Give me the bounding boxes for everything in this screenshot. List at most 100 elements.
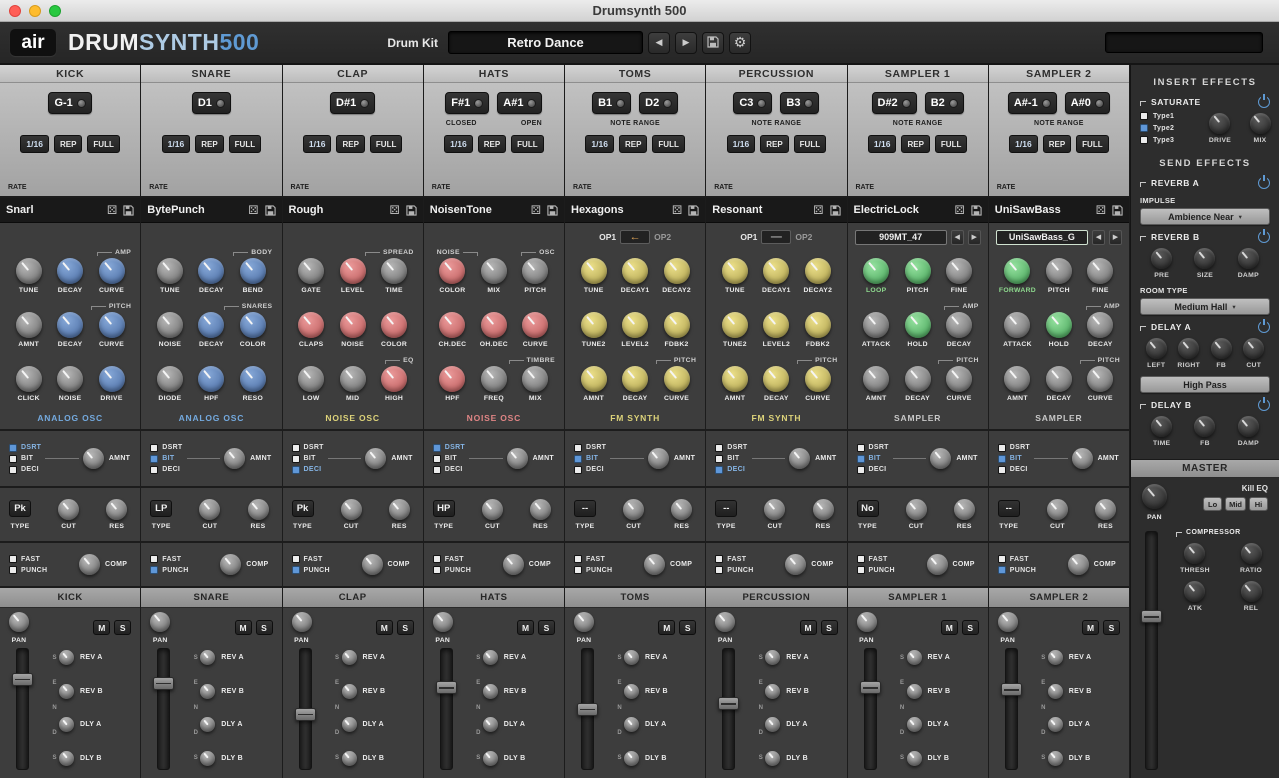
fine-knob[interactable] (1087, 258, 1113, 284)
curve-knob[interactable] (664, 366, 690, 392)
res-knob[interactable] (1095, 499, 1116, 520)
save-preset-icon[interactable] (830, 205, 841, 216)
send-knob-rev-a[interactable] (907, 650, 922, 665)
note-button[interactable]: D#1 (330, 92, 375, 114)
solo-button[interactable]: S (962, 620, 979, 635)
repeat-button[interactable]: REP (619, 135, 647, 153)
filter-type-button[interactable]: LP (150, 500, 172, 517)
sample-next-button[interactable]: ▶ (1109, 230, 1122, 245)
mute-button[interactable]: M (658, 620, 675, 635)
distortion-option-bit[interactable]: BIT (150, 455, 182, 463)
send-knob-dly-b[interactable] (907, 751, 922, 766)
dist-amount-knob[interactable] (930, 448, 951, 469)
solo-button[interactable]: S (397, 620, 414, 635)
send-knob-dly-b[interactable] (765, 751, 780, 766)
fdbk2-knob[interactable] (664, 312, 690, 338)
pan-knob[interactable] (150, 612, 170, 632)
full-button[interactable]: FULL (1076, 135, 1108, 153)
sample-prev-button[interactable]: ◀ (951, 230, 964, 245)
delay-filter-select[interactable]: High Pass (1140, 376, 1270, 393)
distortion-option-dsrt[interactable]: DSRT (574, 444, 606, 452)
tune-knob[interactable] (581, 258, 607, 284)
send-knob-rev-a[interactable] (200, 650, 215, 665)
ratio-knob[interactable] (1241, 543, 1262, 564)
level2-knob[interactable] (622, 312, 648, 338)
fast-toggle[interactable]: FAST (998, 555, 1036, 563)
solo-button[interactable]: S (114, 620, 131, 635)
size-knob[interactable] (1194, 248, 1215, 269)
high-knob[interactable] (381, 366, 407, 392)
impulse-select[interactable]: Ambience Near ▾ (1140, 208, 1270, 225)
filter-type-button[interactable]: -- (998, 500, 1020, 517)
noise-knob[interactable] (340, 312, 366, 338)
decay-knob[interactable] (1046, 366, 1072, 392)
fb-knob[interactable] (1211, 338, 1232, 359)
pan-knob[interactable] (433, 612, 453, 632)
rate-value-button[interactable]: 1/16 (585, 135, 614, 153)
pan-knob[interactable] (9, 612, 29, 632)
curve-knob[interactable] (946, 366, 972, 392)
time-knob[interactable] (381, 258, 407, 284)
distortion-option-deci[interactable]: DECI (574, 466, 606, 474)
settings-button[interactable]: ⚙ (729, 32, 751, 54)
save-preset-icon[interactable] (123, 205, 134, 216)
send-knob-rev-b[interactable] (59, 684, 74, 699)
repeat-button[interactable]: REP (336, 135, 364, 153)
curve-knob[interactable] (805, 366, 831, 392)
solo-button[interactable]: S (821, 620, 838, 635)
pre-knob[interactable] (1151, 248, 1172, 269)
cut-knob[interactable] (482, 499, 503, 520)
tune-knob[interactable] (16, 258, 42, 284)
fader-handle[interactable] (860, 681, 881, 694)
cut-knob[interactable] (764, 499, 785, 520)
fast-toggle[interactable]: FAST (715, 555, 753, 563)
punch-toggle[interactable]: PUNCH (150, 566, 188, 574)
send-knob-dly-b[interactable] (483, 751, 498, 766)
saturate-type-2[interactable]: Type2 (1140, 124, 1210, 132)
color-knob[interactable] (240, 312, 266, 338)
repeat-button[interactable]: REP (1043, 135, 1071, 153)
pitch-knob[interactable] (522, 258, 548, 284)
note-button[interactable]: A#1 (497, 92, 542, 114)
gate-knob[interactable] (298, 258, 324, 284)
punch-toggle[interactable]: PUNCH (715, 566, 753, 574)
mid-knob[interactable] (340, 366, 366, 392)
full-button[interactable]: FULL (794, 135, 826, 153)
kill-eq-lo-button[interactable]: Lo (1203, 497, 1222, 511)
distortion-option-bit[interactable]: BIT (998, 455, 1030, 463)
kit-next-button[interactable]: ▶ (675, 32, 697, 54)
room-type-select[interactable]: Medium Hall ▾ (1140, 298, 1270, 315)
send-knob-rev-b[interactable] (483, 684, 498, 699)
sample-select[interactable]: UniSawBass_G (996, 230, 1088, 245)
mute-button[interactable]: M (93, 620, 110, 635)
fm-routing-button[interactable]: ← (620, 230, 650, 244)
note-button[interactable]: C3 (733, 92, 772, 114)
transient-comp-knob[interactable] (503, 554, 524, 575)
fader-handle[interactable] (436, 681, 457, 694)
fdbk2-knob[interactable] (805, 312, 831, 338)
send-knob-dly-a[interactable] (1048, 717, 1063, 732)
rate-value-button[interactable]: 1/16 (162, 135, 191, 153)
send-knob-dly-a[interactable] (907, 717, 922, 732)
dist-amount-knob[interactable] (365, 448, 386, 469)
send-knob-dly-b[interactable] (342, 751, 357, 766)
send-knob-dly-a[interactable] (624, 717, 639, 732)
distortion-option-bit[interactable]: BIT (715, 455, 747, 463)
amnt-knob[interactable] (16, 312, 42, 338)
save-preset-icon[interactable] (406, 205, 417, 216)
decay-knob[interactable] (622, 366, 648, 392)
sample-prev-button[interactable]: ◀ (1092, 230, 1105, 245)
mute-button[interactable]: M (1082, 620, 1099, 635)
low-knob[interactable] (298, 366, 324, 392)
note-button[interactable]: G-1 (48, 92, 91, 114)
zoom-button[interactable] (49, 5, 61, 17)
delay-b-power-button[interactable] (1258, 399, 1270, 411)
distortion-option-deci[interactable]: DECI (292, 466, 324, 474)
repeat-button[interactable]: REP (760, 135, 788, 153)
decay-knob[interactable] (198, 258, 224, 284)
randomize-die-icon[interactable]: ⚄ (672, 204, 682, 216)
fast-toggle[interactable]: FAST (857, 555, 895, 563)
send-knob-dly-a[interactable] (200, 717, 215, 732)
volume-fader[interactable] (1005, 648, 1018, 770)
randomize-die-icon[interactable]: ⚄ (954, 204, 964, 216)
